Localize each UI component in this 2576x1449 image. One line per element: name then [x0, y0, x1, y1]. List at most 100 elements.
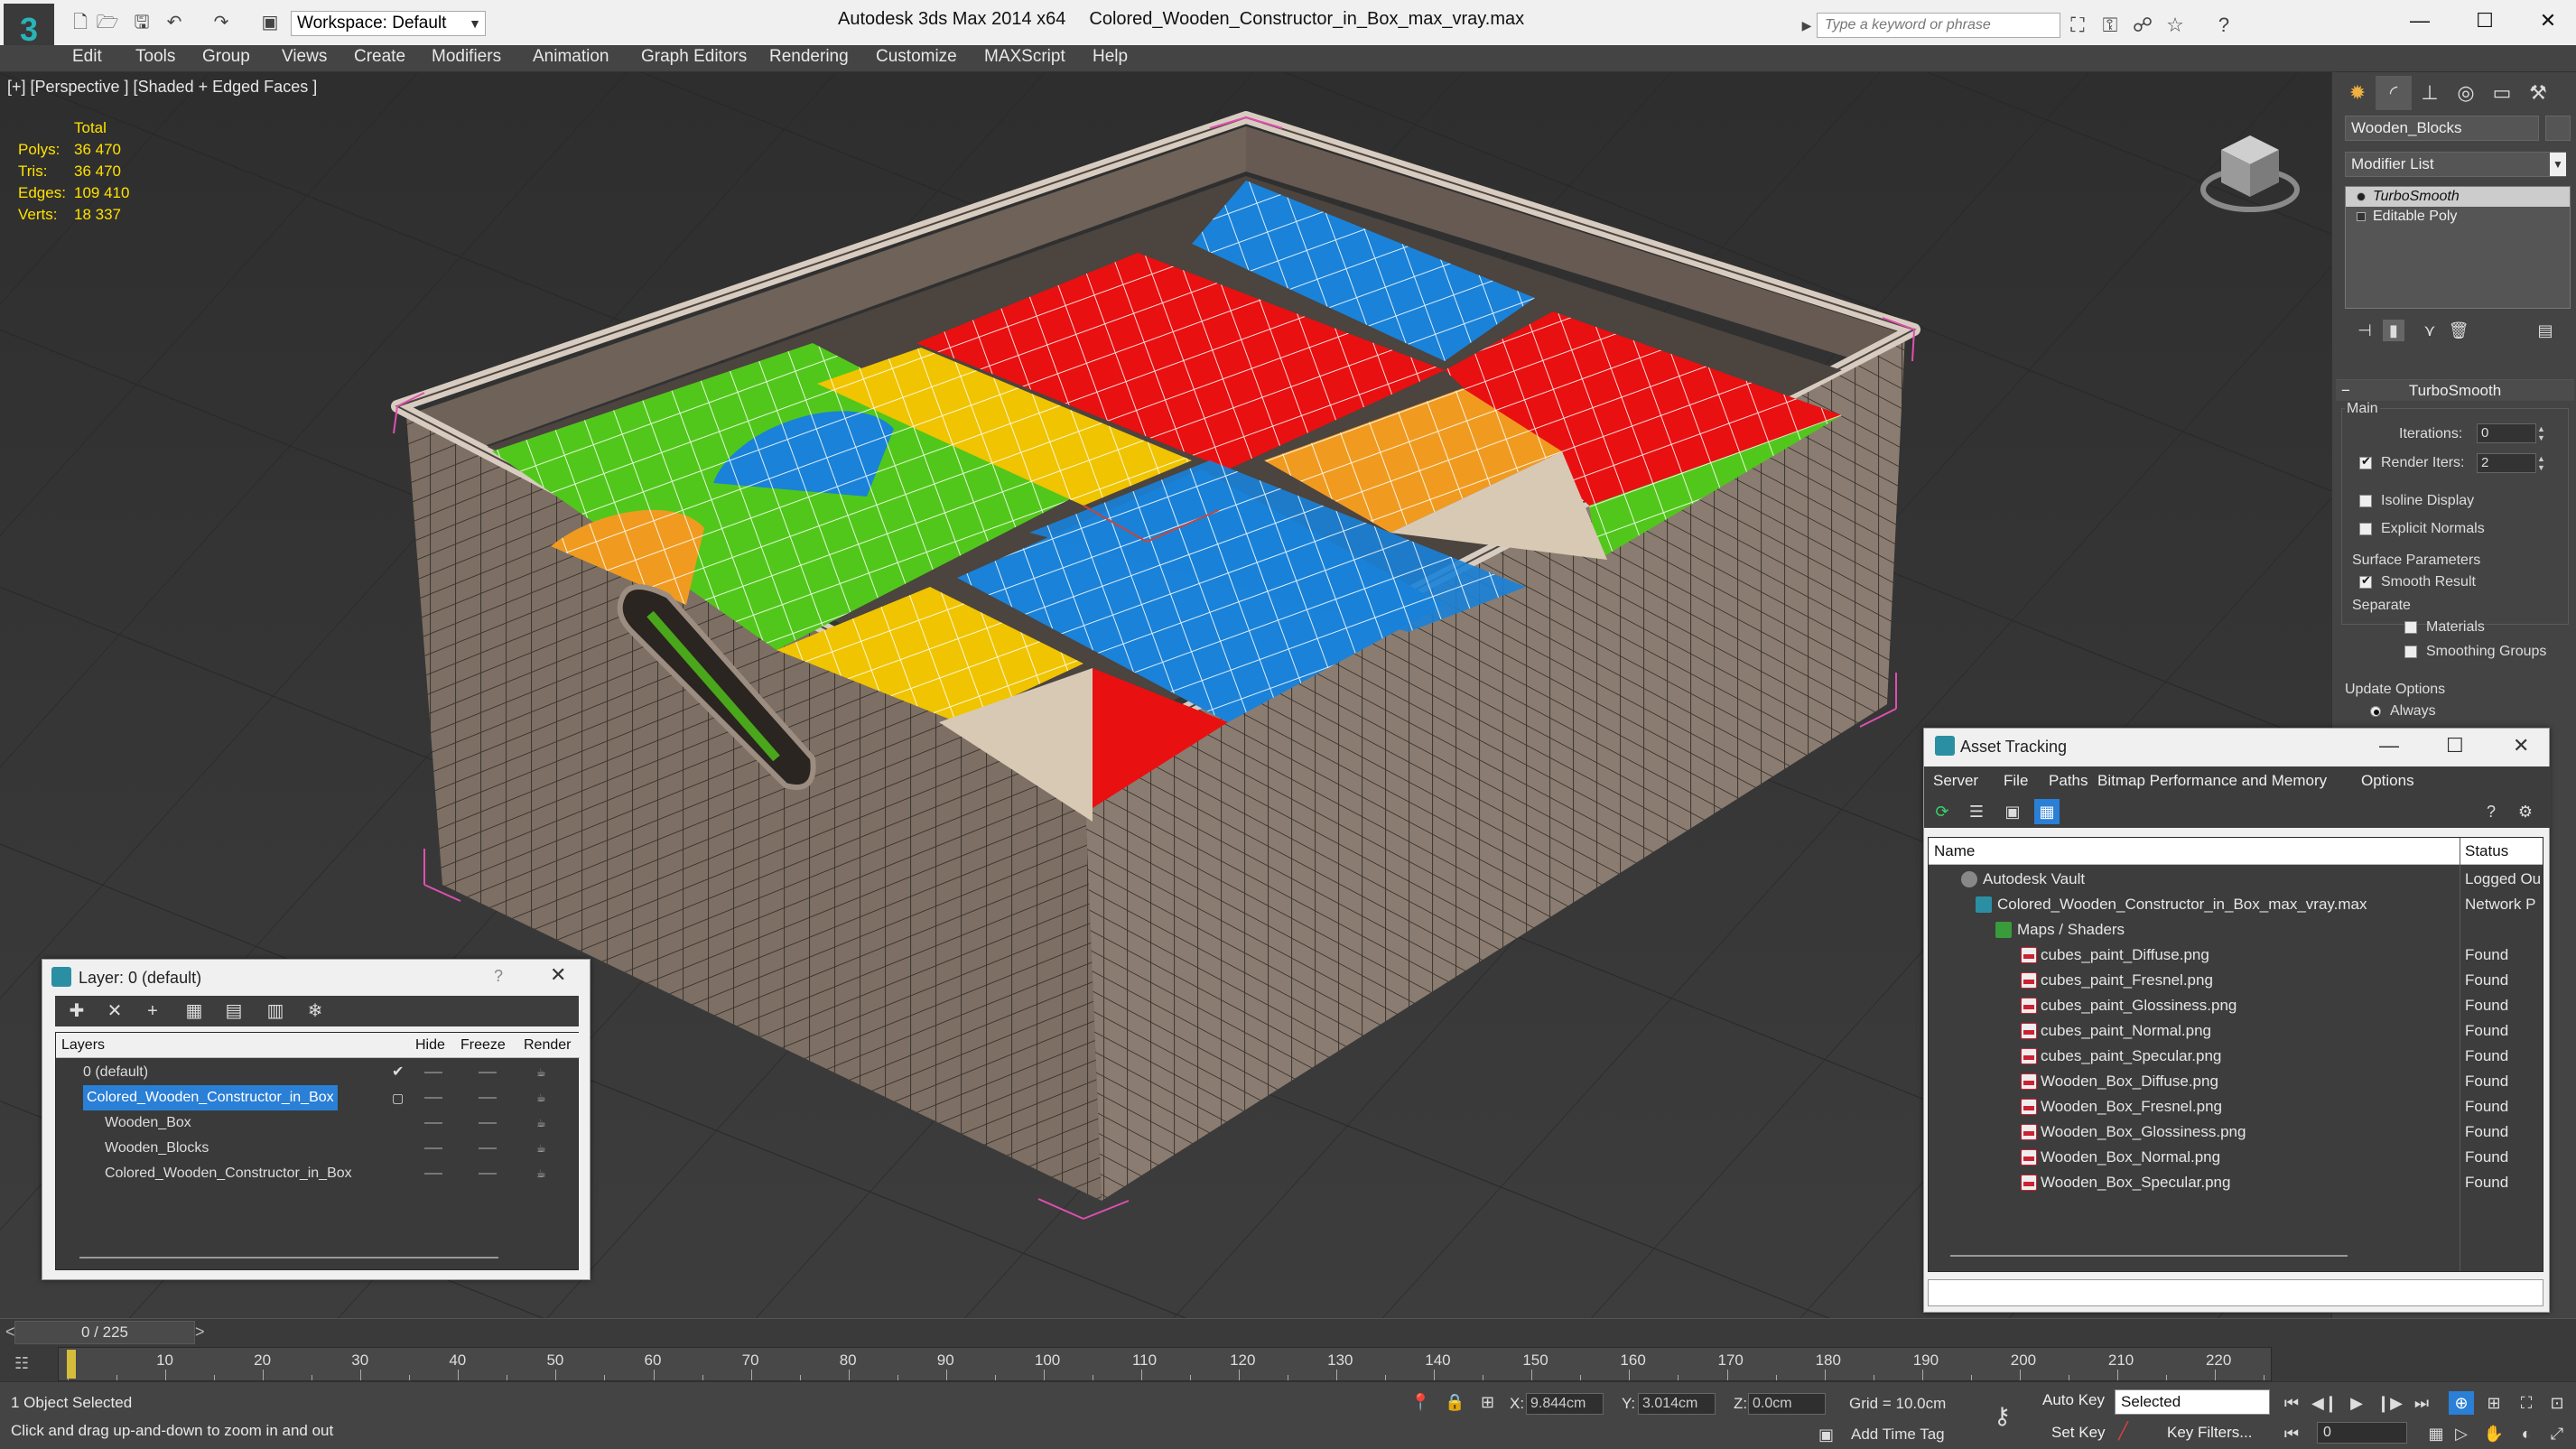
hide-toggle[interactable] [424, 1147, 442, 1149]
menu-group[interactable]: Group [202, 47, 250, 67]
mini-curve-editor-icon[interactable]: ☷ [14, 1354, 42, 1374]
delete-layer-icon[interactable]: ✕ [102, 999, 127, 1023]
smooth-result-checkbox[interactable] [2359, 573, 2372, 589]
asset-row[interactable]: Wooden_Box_Fresnel.png Found [1929, 1094, 2543, 1119]
isoline-display-checkbox[interactable] [2359, 495, 2372, 507]
iterations-spinner[interactable]: 0 ▲ ▼ [2477, 423, 2545, 443]
menu-file[interactable]: File [2004, 772, 2028, 790]
hide-toggle[interactable] [424, 1097, 442, 1099]
menu-paths[interactable]: Paths [2049, 772, 2088, 790]
time-slider[interactable]: < 0 / 225 > [0, 1318, 2576, 1347]
hierarchy-tab-icon[interactable]: ⊥ [2412, 76, 2448, 110]
go-to-end-icon[interactable]: ⏭ [2409, 1391, 2434, 1415]
render-teapot-icon[interactable]: ☕ [536, 1067, 549, 1078]
maximize-viewport-icon[interactable]: ⤢ [2544, 1422, 2570, 1445]
key-mode-icon[interactable]: ⚷ [1994, 1402, 2011, 1430]
viewcube[interactable] [2196, 117, 2304, 217]
key-mode-toggle-icon[interactable]: ⏮ [2279, 1422, 2304, 1445]
workspace-dropdown[interactable]: Workspace: Default [291, 11, 486, 36]
time-slider-thumb[interactable]: 0 / 225 [14, 1321, 195, 1344]
layer-table[interactable]: Layers Hide Freeze Render 0 (default) ✔ … [55, 1032, 580, 1270]
object-color-swatch[interactable] [2545, 116, 2571, 141]
horizontal-scrollbar[interactable] [1950, 1255, 2348, 1257]
render-teapot-icon[interactable]: ☕ [536, 1118, 549, 1129]
add-to-layer-icon[interactable]: + [140, 999, 165, 1023]
close-button[interactable]: ✕ [550, 963, 566, 987]
menu-customize[interactable]: Customize [876, 47, 957, 67]
highlight-layer-icon[interactable]: ▤ [221, 999, 246, 1023]
freeze-all-icon[interactable]: ❄ [302, 999, 328, 1023]
asset-row[interactable]: Autodesk Vault Logged Ou [1929, 867, 2543, 892]
freeze-toggle[interactable] [479, 1097, 497, 1099]
zoom-extents-all-icon[interactable]: ⊡ [2544, 1391, 2570, 1415]
stack-item-turbosmooth[interactable]: TurboSmooth [2346, 187, 2570, 207]
column-freeze[interactable]: Freeze [460, 1033, 506, 1058]
select-objects-icon[interactable]: ▦ [181, 999, 207, 1023]
layer-row[interactable]: Colored_Wooden_Constructor_in_Box ☕ [56, 1161, 580, 1186]
set-current-box-icon[interactable]: ▢ [392, 1085, 404, 1110]
selection-lock-icon[interactable]: 🔒 [1445, 1393, 1465, 1412]
always-radio[interactable] [2370, 706, 2381, 717]
asset-path-field[interactable] [1928, 1279, 2543, 1306]
project-folder-icon[interactable]: ▣ [258, 13, 282, 33]
modify-tab-icon[interactable]: ◜ [2376, 76, 2412, 110]
current-layer-check-icon[interactable]: ✔ [392, 1060, 404, 1085]
layer-row[interactable]: Colored_Wooden_Constructor_in_Box ▢ ☕ [56, 1085, 580, 1110]
spinner-arrows-icon[interactable]: ▲ ▼ [2537, 424, 2548, 444]
freeze-toggle[interactable] [479, 1072, 497, 1073]
key-icon[interactable]: ⚿ [2097, 13, 2124, 38]
current-frame-marker[interactable] [67, 1350, 76, 1379]
modifier-stack[interactable]: TurboSmooth Editable Poly [2345, 186, 2571, 309]
object-name-field[interactable]: Wooden_Blocks [2345, 116, 2539, 141]
menu-modifiers[interactable]: Modifiers [432, 47, 501, 67]
close-button[interactable]: ✕ [2519, 0, 2576, 42]
asset-row[interactable]: Maps / Shaders [1929, 917, 2543, 943]
column-status[interactable]: Status [2465, 838, 2508, 865]
new-layer-icon[interactable]: ✚ [64, 999, 89, 1023]
render-teapot-icon[interactable]: ☕ [536, 1168, 549, 1179]
freeze-toggle[interactable] [479, 1173, 497, 1175]
remove-modifier-icon[interactable]: 🗑 [2448, 320, 2469, 341]
time-tag-icon[interactable]: ▣ [1818, 1426, 1834, 1444]
menu-maxscript[interactable]: MAXScript [984, 47, 1065, 67]
smoothing-groups-checkbox[interactable] [2404, 646, 2417, 658]
modifier-list-dropdown[interactable]: Modifier List ▼ [2345, 152, 2566, 177]
search-input[interactable]: Type a keyword or phrase [1817, 13, 2060, 38]
render-teapot-icon[interactable]: ☕ [536, 1143, 549, 1154]
layer-manager-dialog[interactable]: Layer: 0 (default) ? ✕ ✚ ✕ + ▦ ▤ ▥ ❄ Lay… [42, 959, 591, 1280]
minimize-button[interactable]: — [2379, 734, 2399, 757]
horizontal-scrollbar[interactable] [79, 1257, 498, 1259]
time-configuration-icon[interactable]: ▦ [2423, 1422, 2449, 1445]
maximize-button[interactable]: ☐ [2446, 734, 2464, 757]
hide-toggle[interactable] [424, 1072, 442, 1073]
menu-options[interactable]: Options [2361, 772, 2414, 790]
spinner-arrows-icon[interactable]: ▲ ▼ [2537, 454, 2548, 474]
asset-tracking-dialog[interactable]: Asset Tracking — ☐ ✕ Server File Paths B… [1923, 728, 2551, 1313]
lightbulb-icon[interactable] [2357, 192, 2366, 201]
field-of-view-icon[interactable]: ▷ [2449, 1422, 2474, 1445]
asset-row[interactable]: cubes_paint_Specular.png Found [1929, 1044, 2543, 1069]
materials-checkbox[interactable] [2404, 621, 2417, 634]
asset-row[interactable]: Wooden_Box_Normal.png Found [1929, 1145, 2543, 1170]
asset-row[interactable]: cubes_paint_Diffuse.png Found [1929, 943, 2543, 968]
menu-create[interactable]: Create [354, 47, 405, 67]
z-coordinate-field[interactable]: 0.0cm [1748, 1393, 1826, 1415]
current-frame-field[interactable]: 0 [2317, 1422, 2407, 1444]
zoom-extents-icon[interactable]: ⛶ [2514, 1391, 2539, 1415]
menu-edit[interactable]: Edit [72, 47, 102, 67]
pan-view-icon[interactable]: ✋ [2481, 1422, 2506, 1445]
refresh-icon[interactable]: ⟳ [1930, 799, 1955, 824]
asset-row[interactable]: cubes_paint_Fresnel.png Found [1929, 968, 2543, 993]
absolute-mode-icon[interactable]: ⊞ [1481, 1393, 1494, 1412]
menu-bitmap-performance[interactable]: Bitmap Performance and Memory [2097, 772, 2327, 790]
display-tab-icon[interactable]: ▭ [2484, 76, 2520, 110]
zoom-icon[interactable]: ⊕ [2449, 1391, 2474, 1415]
menu-animation[interactable]: Animation [533, 47, 609, 67]
expand-icon[interactable] [2357, 212, 2366, 221]
render-iters-checkbox[interactable] [2359, 454, 2372, 469]
go-to-start-icon[interactable]: ⏮ [2279, 1391, 2304, 1415]
pin-stack-icon[interactable]: ⊣ [2354, 320, 2376, 341]
next-key-icon[interactable]: ❙▶ [2376, 1391, 2403, 1415]
frame-ruler[interactable]: 10 20 30 40 50 60 70 80 90 100 110 120 130 140 150 160 1… [58, 1347, 2272, 1381]
save-icon[interactable]: 🖫 [130, 13, 153, 33]
